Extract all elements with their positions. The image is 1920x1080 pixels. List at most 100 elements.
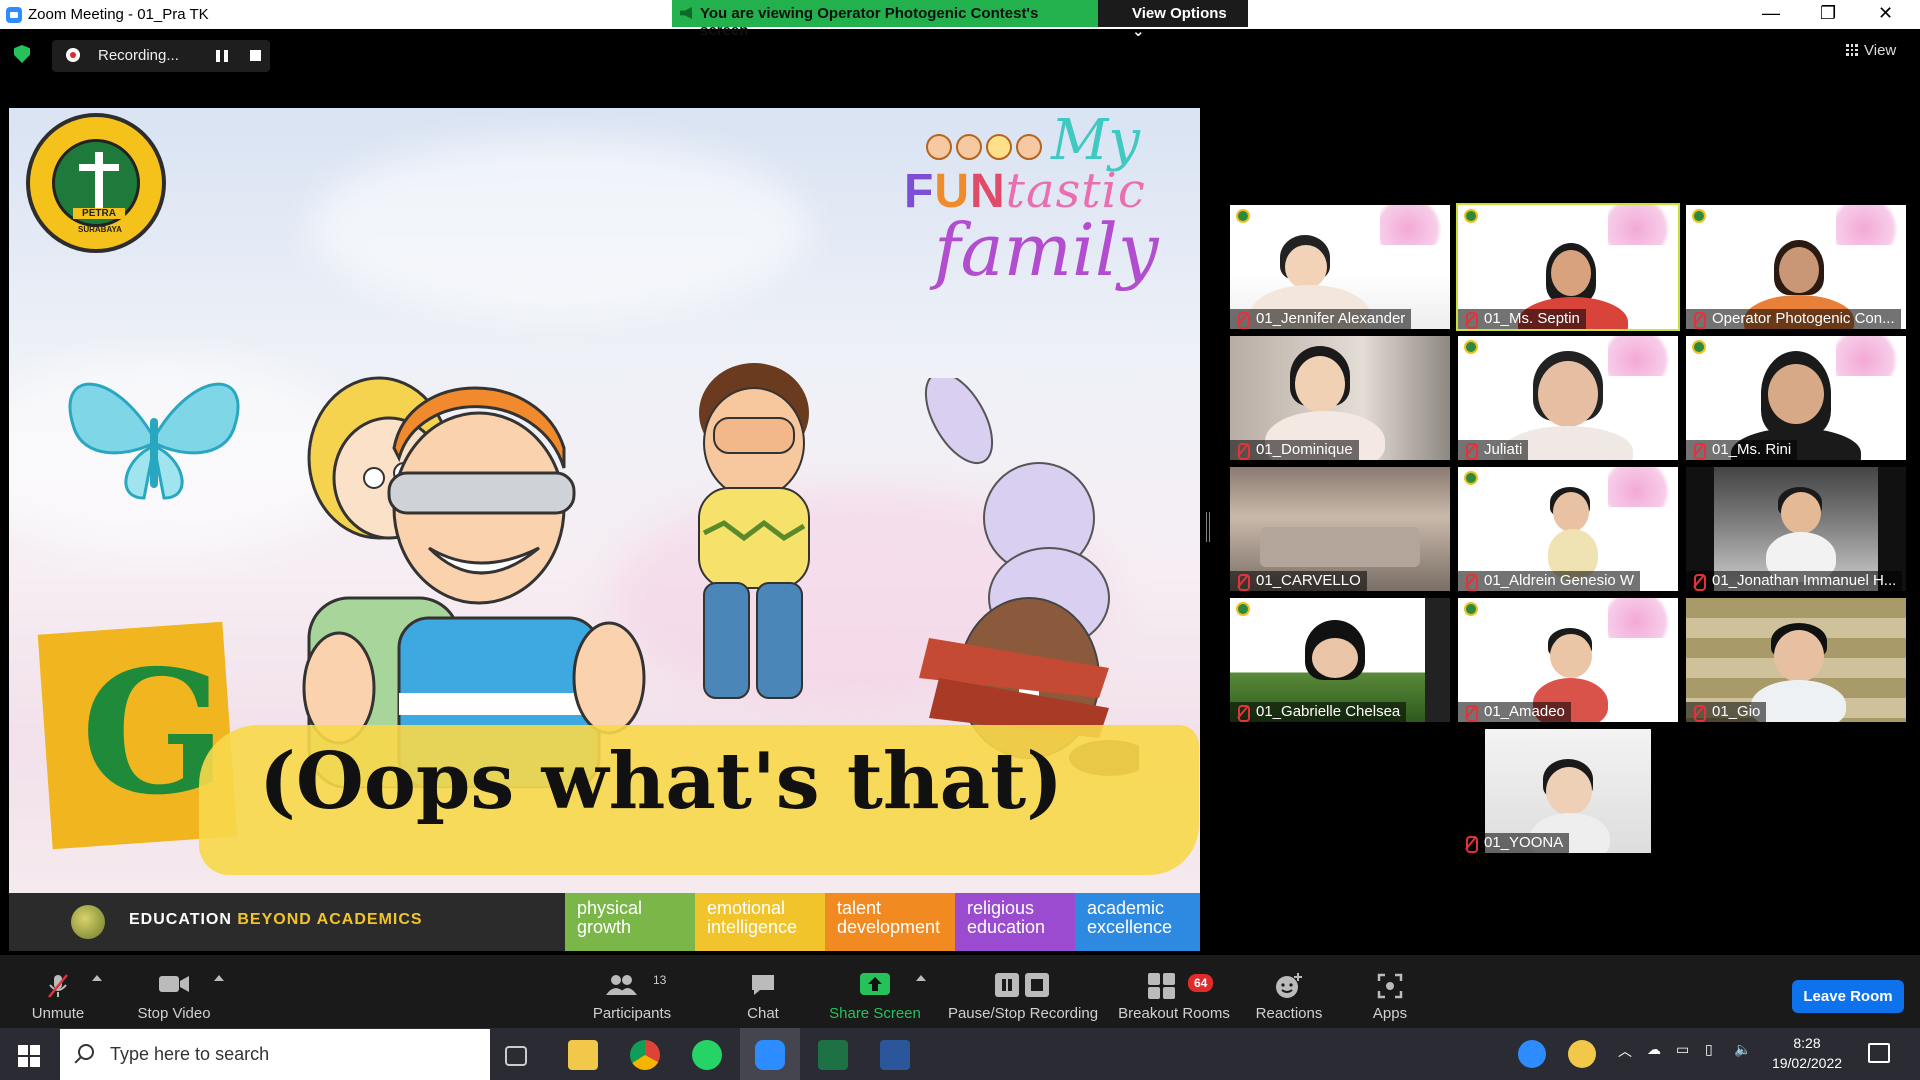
- volume-icon[interactable]: 🔈: [1734, 1041, 1751, 1058]
- chat-button[interactable]: Chat: [728, 955, 798, 1028]
- school-logo: PETRA SURABAYA: [26, 113, 166, 253]
- meeting-toolbar: Unmute Stop Video 13 Participants Chat S…: [0, 955, 1920, 1028]
- person-head: [1774, 630, 1824, 682]
- unmute-button[interactable]: Unmute: [18, 955, 98, 1028]
- logo-inner: PETRA: [52, 139, 140, 227]
- sofa-shape: [1260, 527, 1420, 567]
- word-icon[interactable]: [880, 1040, 910, 1070]
- participant-name: 01_YOONA: [1458, 833, 1570, 853]
- pill-line: emotional: [707, 898, 786, 918]
- stop-video-button[interactable]: Stop Video: [128, 955, 220, 1028]
- video-options-chevron-icon[interactable]: [214, 975, 224, 981]
- panel-resize-handle[interactable]: [1206, 512, 1210, 542]
- participant-tile[interactable]: 01_Jonathan Immanuel H...: [1686, 467, 1906, 591]
- kid-face: [986, 134, 1012, 160]
- pill-line: talent: [837, 898, 882, 918]
- chat-icon: [752, 975, 774, 995]
- task-view-icon[interactable]: [505, 1046, 527, 1066]
- participant-tile[interactable]: Juliati: [1458, 336, 1678, 460]
- participant-tile[interactable]: 01_Dominique: [1230, 336, 1450, 460]
- zoom-taskbar-icon[interactable]: [755, 1040, 785, 1070]
- background-decoration: [1608, 598, 1678, 638]
- background-decoration: [1608, 467, 1678, 507]
- participant-name: 01_CARVELLO: [1230, 571, 1367, 591]
- brand-letter: F: [904, 165, 935, 218]
- participant-tile[interactable]: 01_Ms. Rini: [1686, 336, 1906, 460]
- pause-recording-button[interactable]: [216, 50, 228, 62]
- pill-religious-education: religious education: [955, 893, 1085, 951]
- video-frame: [1425, 598, 1450, 722]
- maximize-button[interactable]: ❐: [1820, 3, 1836, 24]
- weather-icon[interactable]: [1568, 1040, 1596, 1068]
- pill-line: development: [837, 917, 941, 937]
- security-shield-icon[interactable]: [14, 45, 30, 63]
- network-icon[interactable]: ▭: [1676, 1041, 1689, 1058]
- breakout-rooms-button[interactable]: Breakout Rooms: [1114, 955, 1234, 1028]
- audio-options-chevron-icon[interactable]: [92, 975, 102, 981]
- participants-label: Participants: [592, 1005, 672, 1022]
- participant-name: 01_Amadeo: [1458, 702, 1571, 722]
- window-title: Zoom Meeting - 01_Pra TK: [28, 6, 209, 23]
- apps-button[interactable]: Apps: [1360, 955, 1420, 1028]
- tray-chevron-up-icon[interactable]: ︿: [1618, 1041, 1632, 1061]
- breakout-rooms-label: Breakout Rooms: [1118, 1005, 1230, 1022]
- participant-tile[interactable]: 01_YOONA: [1458, 729, 1678, 853]
- logo-city: SURABAYA: [78, 225, 122, 234]
- person-head: [1781, 492, 1821, 534]
- participant-tile[interactable]: 01_Jennifer Alexander: [1230, 205, 1450, 329]
- participant-tile[interactable]: Operator Photogenic Con...: [1686, 205, 1906, 329]
- reactions-button[interactable]: Reactions: [1248, 955, 1330, 1028]
- participant-name: 01_Ms. Septin: [1458, 309, 1586, 329]
- participant-name: Juliati: [1458, 440, 1529, 460]
- recording-indicator: Recording...: [52, 40, 270, 72]
- excel-icon[interactable]: [818, 1040, 848, 1070]
- whatsapp-icon[interactable]: [692, 1040, 722, 1070]
- background-decoration: [1608, 336, 1678, 376]
- pause-stop-recording-icon: [995, 973, 1049, 997]
- share-screen-button[interactable]: Share Screen: [826, 955, 924, 1028]
- share-options-chevron-icon[interactable]: [916, 975, 926, 981]
- view-button[interactable]: View: [1846, 42, 1896, 59]
- breakout-rooms-badge: 64: [1188, 974, 1214, 992]
- boy-covering-eyes-illustration: [698, 363, 810, 699]
- participant-name: 01_Gabrielle Chelsea: [1230, 702, 1407, 722]
- leave-room-button[interactable]: Leave Room: [1792, 980, 1904, 1013]
- battery-icon[interactable]: ▯: [1705, 1041, 1713, 1058]
- pill-line: growth: [577, 917, 632, 937]
- participant-name: 01_Aldrein Genesio W: [1458, 571, 1641, 591]
- participant-tile[interactable]: 01_Gabrielle Chelsea: [1230, 598, 1450, 722]
- shared-screen[interactable]: PETRA SURABAYA My FUNtastic family G (Oo…: [9, 108, 1200, 951]
- cross-icon: [95, 152, 103, 210]
- participant-tile[interactable]: 01_Amadeo: [1458, 598, 1678, 722]
- onedrive-cloud-icon[interactable]: ☁: [1647, 1041, 1661, 1058]
- notifications-icon[interactable]: [1868, 1043, 1890, 1063]
- participant-tile[interactable]: 01_Aldrein Genesio W: [1458, 467, 1678, 591]
- taskbar-clock[interactable]: 8:28 19/02/2022: [1762, 1033, 1852, 1073]
- clock-time: 8:28: [1793, 1035, 1821, 1051]
- recording-label: Recording...: [98, 47, 179, 64]
- clock-date: 19/02/2022: [1771, 1055, 1843, 1071]
- participant-name: 01_Jonathan Immanuel H...: [1686, 571, 1903, 591]
- participant-tile-active-speaker[interactable]: 01_Ms. Septin: [1456, 203, 1680, 331]
- slide-footer: EDUCATION BEYOND ACADEMICS physical growt…: [9, 893, 1200, 951]
- stop-recording-button[interactable]: [250, 50, 261, 61]
- apps-label: Apps: [1372, 1005, 1408, 1022]
- taskbar-search-box[interactable]: Type here to search: [60, 1029, 490, 1080]
- participant-tile[interactable]: 01_CARVELLO: [1230, 467, 1450, 591]
- help-icon[interactable]: [1518, 1040, 1546, 1068]
- file-explorer-icon[interactable]: [568, 1040, 598, 1070]
- participant-name: 01_Jennifer Alexander: [1230, 309, 1412, 329]
- butterfly-illustration: [68, 382, 240, 500]
- windows-start-icon[interactable]: [18, 1045, 40, 1067]
- close-button[interactable]: ✕: [1878, 3, 1893, 24]
- view-options-button[interactable]: View Options ⌄: [1098, 0, 1248, 40]
- slide-caption: (Oops what's that): [259, 736, 1064, 827]
- minimize-button[interactable]: —: [1762, 3, 1780, 24]
- chrome-icon[interactable]: [630, 1040, 660, 1070]
- video-camera-icon: [159, 976, 189, 992]
- person-head: [1546, 767, 1592, 815]
- pause-stop-recording-button[interactable]: Pause/Stop Recording: [944, 955, 1102, 1028]
- participants-button[interactable]: 13 Participants: [582, 955, 682, 1028]
- participant-tile[interactable]: 01_Gio: [1686, 598, 1906, 722]
- person-head: [1553, 492, 1589, 532]
